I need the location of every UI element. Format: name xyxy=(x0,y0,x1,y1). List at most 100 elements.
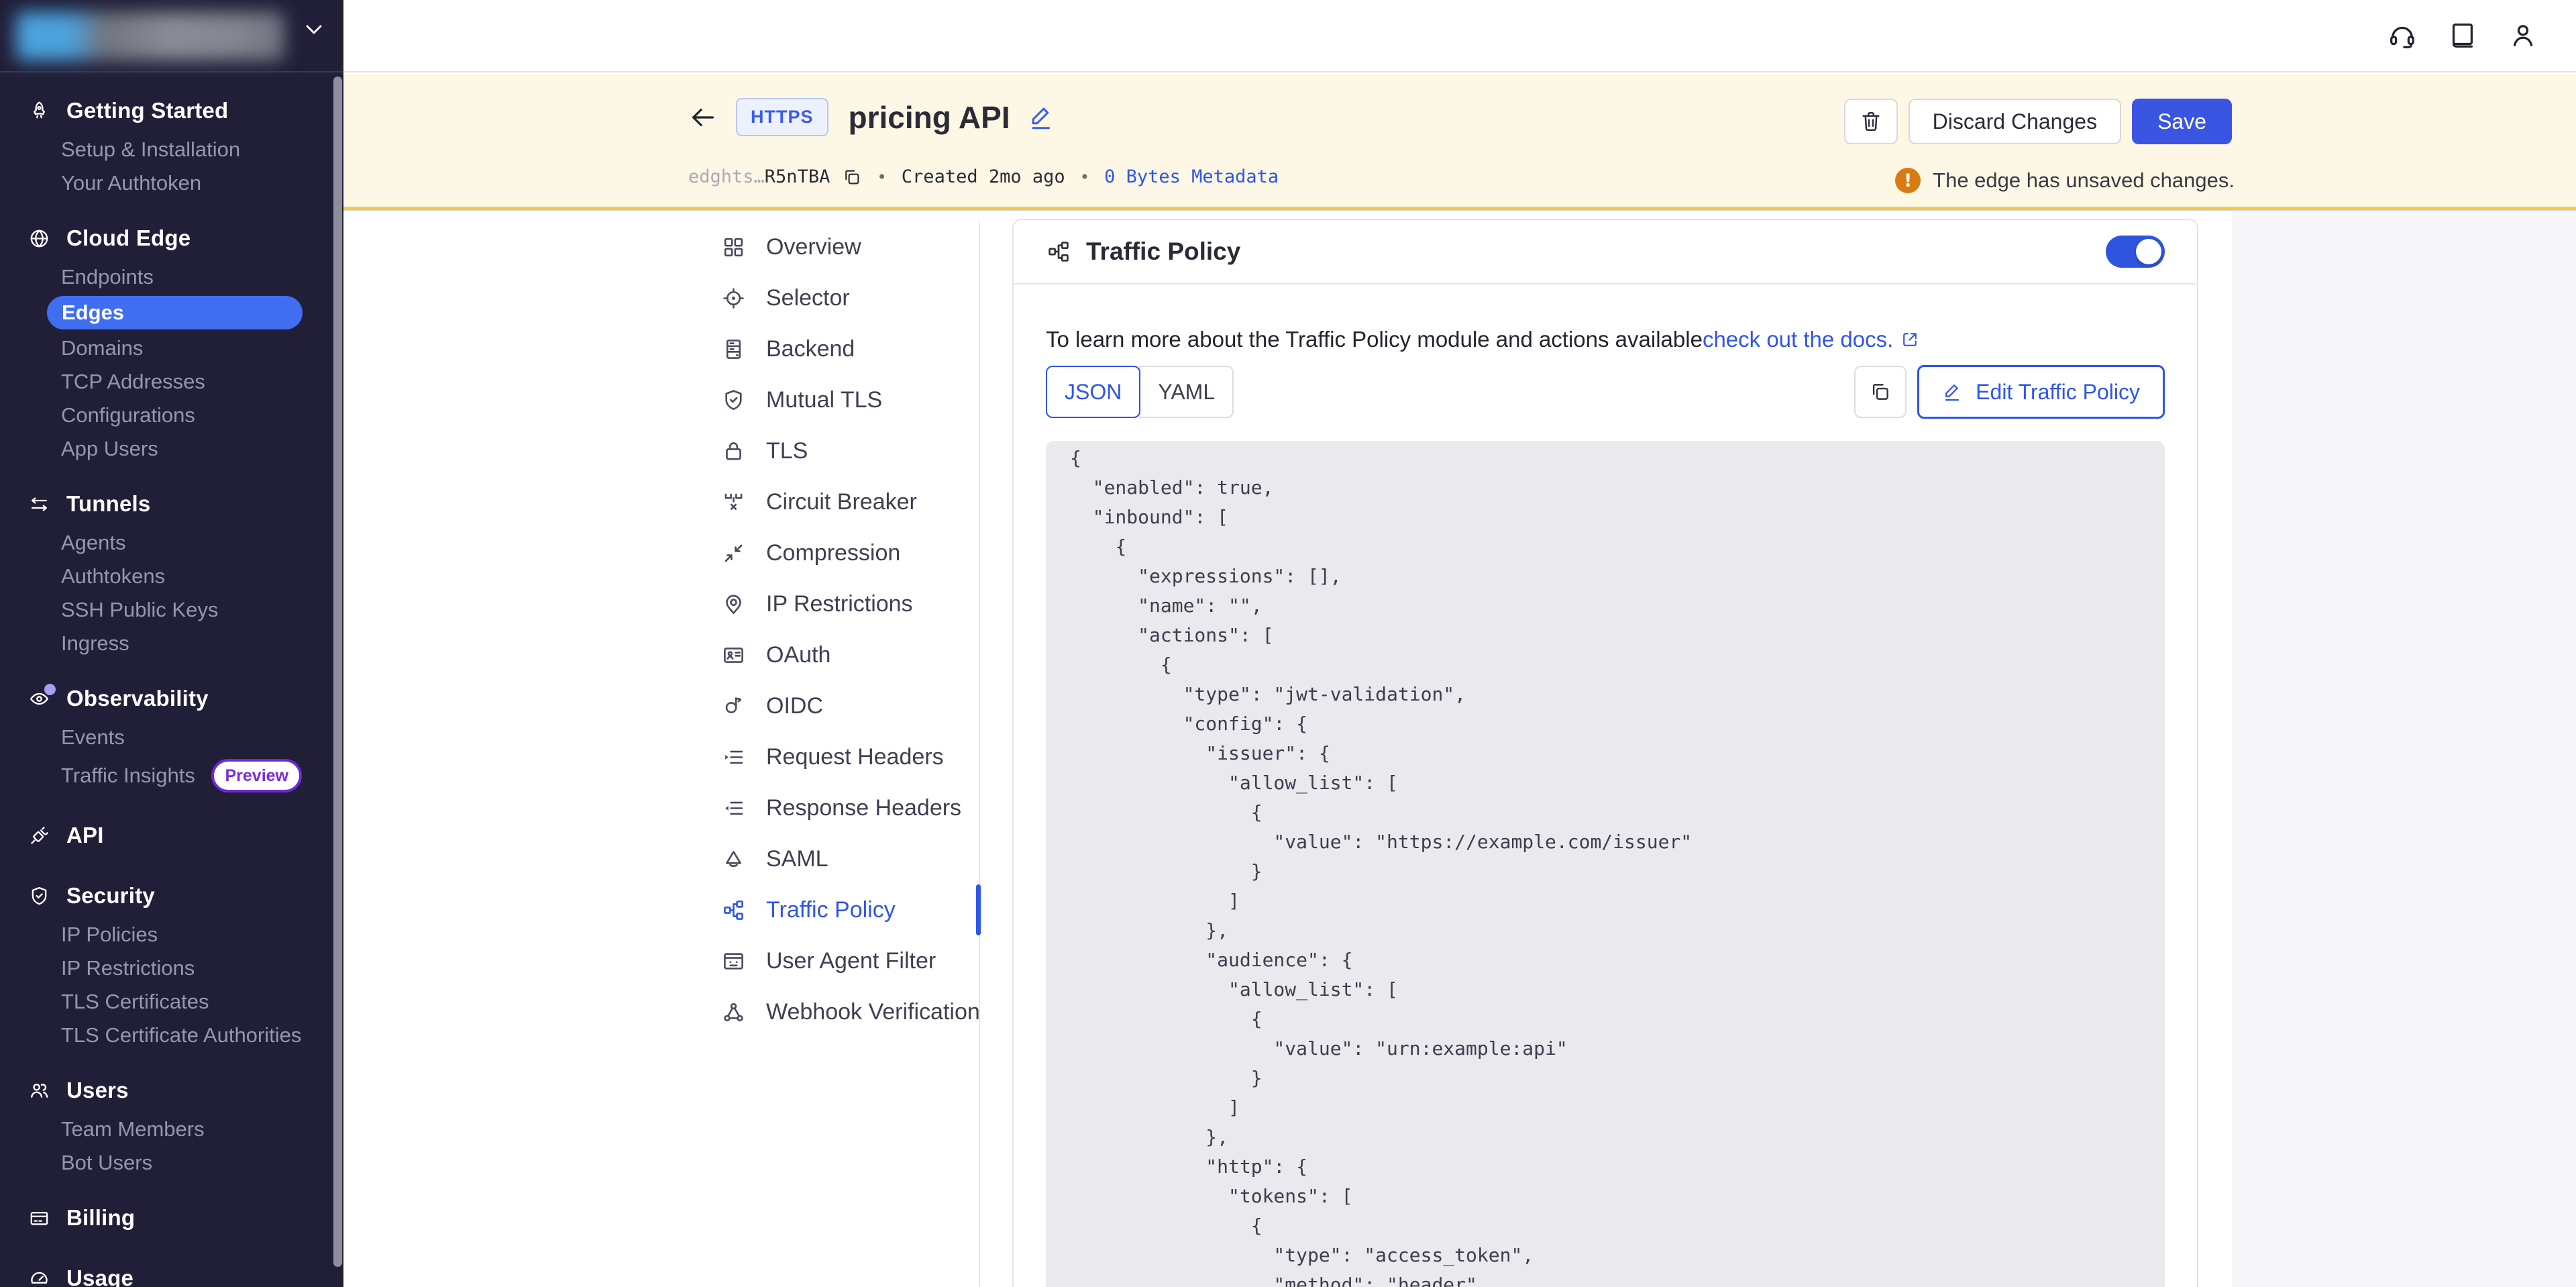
sidebar-section-label: Security xyxy=(66,883,155,909)
sidebar-item-traffic-insights[interactable]: Traffic InsightsPreview xyxy=(0,754,335,797)
sidebar-item-label: Traffic Insights xyxy=(61,764,195,788)
sidebar-item-tls-certificate-authorities[interactable]: TLS Certificate Authorities xyxy=(0,1019,335,1052)
module-nav-item-backend[interactable]: Backend xyxy=(721,323,980,374)
code-line: "http": { xyxy=(1070,1152,2141,1182)
module-nav-item-webhook-verification[interactable]: Webhook Verification xyxy=(721,986,980,1037)
book-icon[interactable] xyxy=(2447,20,2478,51)
traffic-policy-toggle[interactable] xyxy=(2106,236,2165,268)
docs-link[interactable]: check out the docs. xyxy=(1703,326,1893,353)
sidebar-item-events[interactable]: Events xyxy=(0,721,335,754)
sidebar-section-tunnels[interactable]: Tunnels xyxy=(0,482,335,526)
sidebar-section-users[interactable]: Users xyxy=(0,1068,335,1113)
module-nav-item-mutual-tls[interactable]: Mutual TLS xyxy=(721,374,980,425)
content-area: OverviewSelectorBackend Mutual TLS TLSCirc… xyxy=(343,211,2576,1287)
discard-changes-button[interactable]: Discard Changes xyxy=(1909,99,2121,144)
tab-json[interactable]: JSON xyxy=(1046,366,1140,418)
gauge-icon xyxy=(28,1268,50,1287)
external-link-icon[interactable] xyxy=(1900,329,1920,350)
module-nav-item-user-agent-filter[interactable]: User Agent Filter xyxy=(721,935,980,986)
credit-card-icon xyxy=(28,1207,50,1229)
sidebar-item-label: Agents xyxy=(61,531,126,555)
edit-traffic-policy-label: Edit Traffic Policy xyxy=(1976,380,2140,405)
sidebar-item-app-users[interactable]: App Users xyxy=(0,432,335,466)
sidebar-item-setup-installation[interactable]: Setup & Installation xyxy=(0,133,335,166)
module-nav-item-circuit-breaker[interactable]: Circuit Breaker xyxy=(721,476,980,527)
policy-code-block: { "enabled": true, "inbound": [ { "expre… xyxy=(1046,441,2165,1287)
sidebar-item-bot-users[interactable]: Bot Users xyxy=(0,1146,335,1180)
edge-id-suffix: R5nTBA xyxy=(765,166,830,187)
sidebar-item-ip-restrictions[interactable]: IP Restrictions xyxy=(0,951,335,985)
module-nav-item-traffic-policy[interactable]: Traffic Policy xyxy=(721,884,980,935)
sidebar-section-billing[interactable]: Billing xyxy=(0,1196,335,1240)
account-switcher[interactable] xyxy=(16,12,284,60)
separator-dot: • xyxy=(873,168,890,187)
sidebar-item-label: Team Members xyxy=(61,1117,205,1141)
module-nav-label: Mutual TLS xyxy=(766,387,882,413)
edit-traffic-policy-button[interactable]: Edit Traffic Policy xyxy=(1917,365,2165,419)
sidebar-section-api[interactable]: API xyxy=(0,813,335,858)
module-nav-item-selector[interactable]: Selector xyxy=(721,272,980,323)
sidebar-item-ingress[interactable]: Ingress xyxy=(0,627,335,660)
sidebar-item-configurations[interactable]: Configurations xyxy=(0,399,335,432)
copy-policy-button[interactable] xyxy=(1854,366,1907,418)
edge-header: HTTPS pricing API edghts…R5nTBA • Create… xyxy=(343,74,2576,210)
sidebar-item-endpoints[interactable]: Endpoints xyxy=(0,260,335,294)
sidebar-item-team-members[interactable]: Team Members xyxy=(0,1113,335,1146)
module-nav-item-compression[interactable]: Compression xyxy=(721,527,980,578)
copy-icon[interactable] xyxy=(842,167,862,187)
code-line: "enabled": true, xyxy=(1070,473,2141,503)
arrows-swap-icon xyxy=(28,493,50,515)
sidebar-divider xyxy=(0,71,343,72)
sidebar-section-usage[interactable]: Usage xyxy=(0,1256,335,1287)
app-root: Getting StartedSetup & InstallationYour … xyxy=(0,0,2576,1287)
sidebar-item-authtokens[interactable]: Authtokens xyxy=(0,560,335,593)
module-nav-item-oidc[interactable]: OIDC xyxy=(721,680,980,731)
account-name-redacted xyxy=(16,12,284,60)
person-icon[interactable] xyxy=(2508,20,2538,51)
sidebar-item-agents[interactable]: Agents xyxy=(0,526,335,560)
module-nav-item-overview[interactable]: Overview xyxy=(721,221,980,272)
sidebar-section-getting-started[interactable]: Getting Started xyxy=(0,89,335,133)
module-nav-item-tls[interactable]: TLS xyxy=(721,425,980,476)
sidebar-section-observability[interactable]: Observability xyxy=(0,676,335,721)
delete-edge-button[interactable] xyxy=(1844,99,1898,144)
oidc-icon xyxy=(721,694,746,719)
sidebar-item-edges[interactable]: Edges xyxy=(47,296,303,329)
module-nav-item-oauth[interactable]: OAuth xyxy=(721,629,980,680)
module-nav-item-ip-restrictions[interactable]: IP Restrictions xyxy=(721,578,980,629)
sidebar-section-security[interactable]: Security xyxy=(0,874,335,918)
module-nav-divider xyxy=(979,221,980,1287)
chevron-down-icon[interactable] xyxy=(301,16,327,43)
sidebar-scrollbar[interactable] xyxy=(333,76,342,1267)
edit-title-pencil-icon[interactable] xyxy=(1028,103,1056,132)
module-nav-item-response-headers[interactable]: Response Headers xyxy=(721,782,980,833)
sidebar-item-ssh-public-keys[interactable]: SSH Public Keys xyxy=(0,593,335,627)
sidebar-item-label: TLS Certificates xyxy=(61,990,209,1014)
edge-header-left: HTTPS pricing API xyxy=(688,98,1056,136)
sidebar-item-domains[interactable]: Domains xyxy=(0,331,335,365)
sidebar-section-cloud-edge[interactable]: Cloud Edge xyxy=(0,216,335,260)
sidebar-section-label: Cloud Edge xyxy=(66,225,191,251)
compress-icon xyxy=(721,541,746,566)
sidebar-item-tcp-addresses[interactable]: TCP Addresses xyxy=(0,365,335,399)
code-line: "value": "https://example.com/issuer" xyxy=(1070,827,2141,857)
tab-yaml[interactable]: YAML xyxy=(1139,366,1234,418)
tabs-actions: Edit Traffic Policy xyxy=(1854,365,2165,419)
code-line: }, xyxy=(1070,916,2141,945)
grid-icon xyxy=(721,235,746,260)
created-timestamp: Created 2mo ago xyxy=(902,166,1065,187)
headset-icon[interactable] xyxy=(2387,20,2418,51)
metadata-link[interactable]: 0 Bytes Metadata xyxy=(1104,166,1279,187)
module-nav-item-request-headers[interactable]: Request Headers xyxy=(721,731,980,782)
module-nav-label: IP Restrictions xyxy=(766,591,913,617)
sidebar-item-tls-certificates[interactable]: TLS Certificates xyxy=(0,985,335,1019)
module-nav-item-saml[interactable]: SAML xyxy=(721,833,980,884)
save-button[interactable]: Save xyxy=(2132,99,2232,144)
module-nav-label: OIDC xyxy=(766,693,823,719)
sidebar-item-label: App Users xyxy=(61,437,158,461)
sidebar-item-ip-policies[interactable]: IP Policies xyxy=(0,918,335,951)
sidebar-item-your-authtoken[interactable]: Your Authtoken xyxy=(0,166,335,200)
page-title: pricing API xyxy=(849,99,1010,136)
back-arrow-icon[interactable] xyxy=(688,102,718,133)
unsaved-notice-text: The edge has unsaved changes. xyxy=(1933,168,2235,193)
